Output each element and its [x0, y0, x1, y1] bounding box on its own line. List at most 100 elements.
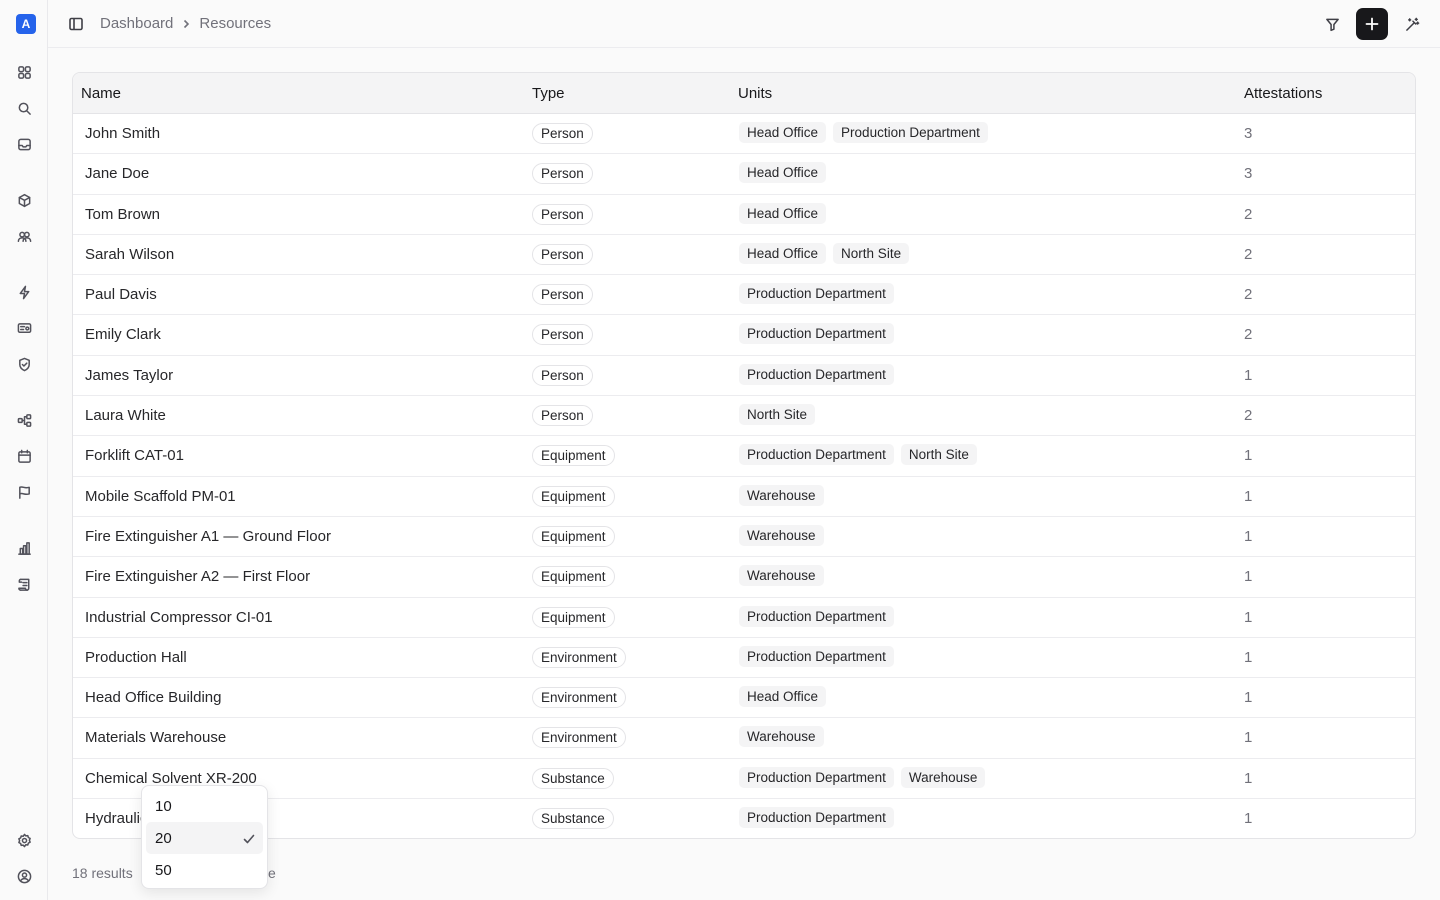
cell-type: Equipment [532, 445, 615, 467]
settings-icon[interactable] [14, 830, 34, 850]
cell-name: Industrial Compressor CI-01 [85, 608, 273, 626]
table-row[interactable]: Industrial Compressor CI-01 Equipment Prod… [73, 598, 1415, 638]
type-badge: Environment [532, 727, 626, 749]
chevron-right-icon [181, 19, 191, 29]
type-badge: Person [532, 203, 593, 225]
scroll-icon[interactable] [14, 574, 34, 594]
cell-attestations: 2 [1244, 326, 1253, 344]
app-logo[interactable]: A [16, 14, 36, 34]
cell-units: North Site [739, 404, 816, 426]
table-row[interactable]: Head Office Building Environment Head Offi… [73, 678, 1415, 719]
table-row[interactable]: Forklift CAT-01 Equipment Production Depar… [73, 436, 1415, 477]
cell-type: Person [532, 405, 593, 427]
page-size-option-20[interactable]: 20 [146, 822, 263, 854]
unit-badge: Production Department [739, 444, 894, 466]
magic-wand-icon[interactable] [1402, 14, 1422, 34]
table-body: John Smith Person Head Office Production De… [73, 114, 1415, 838]
cell-name: Emily Clark [85, 326, 161, 344]
type-badge: Person [532, 324, 593, 346]
unit-badge: Production Department [739, 283, 894, 305]
cell-type: Equipment [532, 485, 615, 507]
grid-icon[interactable] [14, 62, 34, 82]
table-row[interactable]: Sarah Wilson Person Head Office North Site 2 [73, 235, 1415, 276]
inbox-icon[interactable] [14, 134, 34, 154]
table-row[interactable]: Fire Extinguisher A1 — Ground Floor Equip… [73, 517, 1415, 558]
filter-icon[interactable] [1322, 14, 1342, 34]
cell-name: Fire Extinguisher A1 — Ground Floor [85, 527, 331, 545]
breadcrumb-resources[interactable]: Resources [199, 15, 271, 32]
shield-check-icon[interactable] [14, 354, 34, 374]
table-row[interactable]: Chemical Solvent XR-200 Substance Producti… [73, 759, 1415, 800]
cell-units: Production Department [739, 323, 894, 345]
cell-name: John Smith [85, 125, 161, 142]
column-header-name[interactable]: Name [81, 85, 121, 102]
table-row[interactable]: Jane Doe Person Head Office 3 [73, 154, 1415, 195]
table-row[interactable]: Materials Warehouse Environment Warehouse 1 [73, 718, 1415, 759]
box-icon[interactable] [14, 190, 34, 210]
add-resource-button[interactable] [1356, 8, 1388, 40]
type-badge: Equipment [532, 445, 615, 467]
cell-attestations: 1 [1244, 447, 1253, 465]
unit-badge: Head Office [739, 242, 827, 264]
cell-name: Head Office Building [85, 689, 222, 707]
table-row[interactable]: Fire Extinguisher A2 — First Floor Equipm… [73, 557, 1415, 598]
type-badge: Equipment [532, 566, 615, 588]
users-icon[interactable] [14, 226, 34, 246]
breadcrumb-dashboard[interactable]: Dashboard [100, 15, 173, 32]
cell-attestations: 1 [1244, 769, 1253, 787]
table-row[interactable]: Hydraulic Substance Production Department 1 [73, 799, 1415, 838]
unit-badge: Production Department [739, 363, 894, 385]
cell-units: Production Department North Site [739, 444, 977, 466]
type-badge: Person [532, 163, 593, 185]
cell-attestations: 3 [1244, 165, 1253, 183]
search-icon[interactable] [14, 98, 34, 118]
flag-icon[interactable] [14, 482, 34, 502]
user-circle-icon[interactable] [14, 866, 34, 886]
unit-badge: Production Department [739, 766, 894, 788]
zap-icon[interactable] [14, 282, 34, 302]
table-row[interactable]: Emily Clark Person Production Department 2 [73, 315, 1415, 356]
panel-toggle-icon[interactable] [66, 14, 86, 34]
table-row[interactable]: John Smith Person Head Office Production De… [73, 114, 1415, 155]
cell-attestations: 2 [1244, 286, 1253, 304]
cell-units: Warehouse [739, 565, 824, 587]
column-header-units[interactable]: Units [738, 85, 772, 102]
table-row[interactable]: Paul Davis Person Production Department 2 [73, 275, 1415, 316]
cell-attestations: 1 [1244, 366, 1253, 384]
cell-type: Person [532, 163, 593, 185]
calendar-icon[interactable] [14, 446, 34, 466]
unit-badge: Warehouse [739, 524, 824, 546]
column-header-attestations[interactable]: Attestations [1244, 85, 1322, 102]
breadcrumb: Dashboard Resources [100, 15, 271, 32]
type-badge: Person [532, 364, 593, 386]
type-badge: Equipment [532, 485, 615, 507]
cell-units: Warehouse [739, 726, 824, 748]
cell-name: Materials Warehouse [85, 729, 227, 747]
cell-attestations: 2 [1244, 205, 1253, 223]
page-size-option-50[interactable]: 50 [146, 854, 263, 886]
cell-name: Production Hall [85, 648, 187, 666]
sidebar: A [0, 0, 48, 900]
cell-type: Equipment [532, 606, 615, 628]
id-card-icon[interactable] [14, 318, 34, 338]
workflow-icon[interactable] [14, 410, 34, 430]
cell-type: Person [532, 123, 593, 144]
cell-units: Production Department [739, 645, 894, 667]
table-row[interactable]: Production Hall Environment Production Dep… [73, 638, 1415, 679]
unit-badge: North Site [833, 242, 910, 264]
column-header-type[interactable]: Type [532, 85, 565, 102]
cell-type: Environment [532, 687, 626, 709]
table-row[interactable]: Mobile Scaffold PM-01 Equipment Warehouse 1 [73, 477, 1415, 517]
table-row[interactable]: Laura White Person North Site 2 [73, 396, 1415, 437]
page-size-option-10[interactable]: 10 [146, 790, 263, 822]
type-badge: Person [532, 243, 593, 265]
cell-name: Mobile Scaffold PM-01 [85, 487, 236, 505]
cell-name: Tom Brown [85, 205, 161, 223]
table-row[interactable]: Tom Brown Person Head Office 2 [73, 195, 1415, 235]
page-size-dropdown: 10 20 50 [141, 785, 268, 889]
unit-badge: Production Department [739, 605, 894, 627]
table-row[interactable]: James Taylor Person Production Department 1 [73, 356, 1415, 397]
bar-chart-icon[interactable] [14, 538, 34, 558]
cell-attestations: 2 [1244, 245, 1253, 263]
cell-units: Production Department Warehouse [739, 766, 986, 788]
